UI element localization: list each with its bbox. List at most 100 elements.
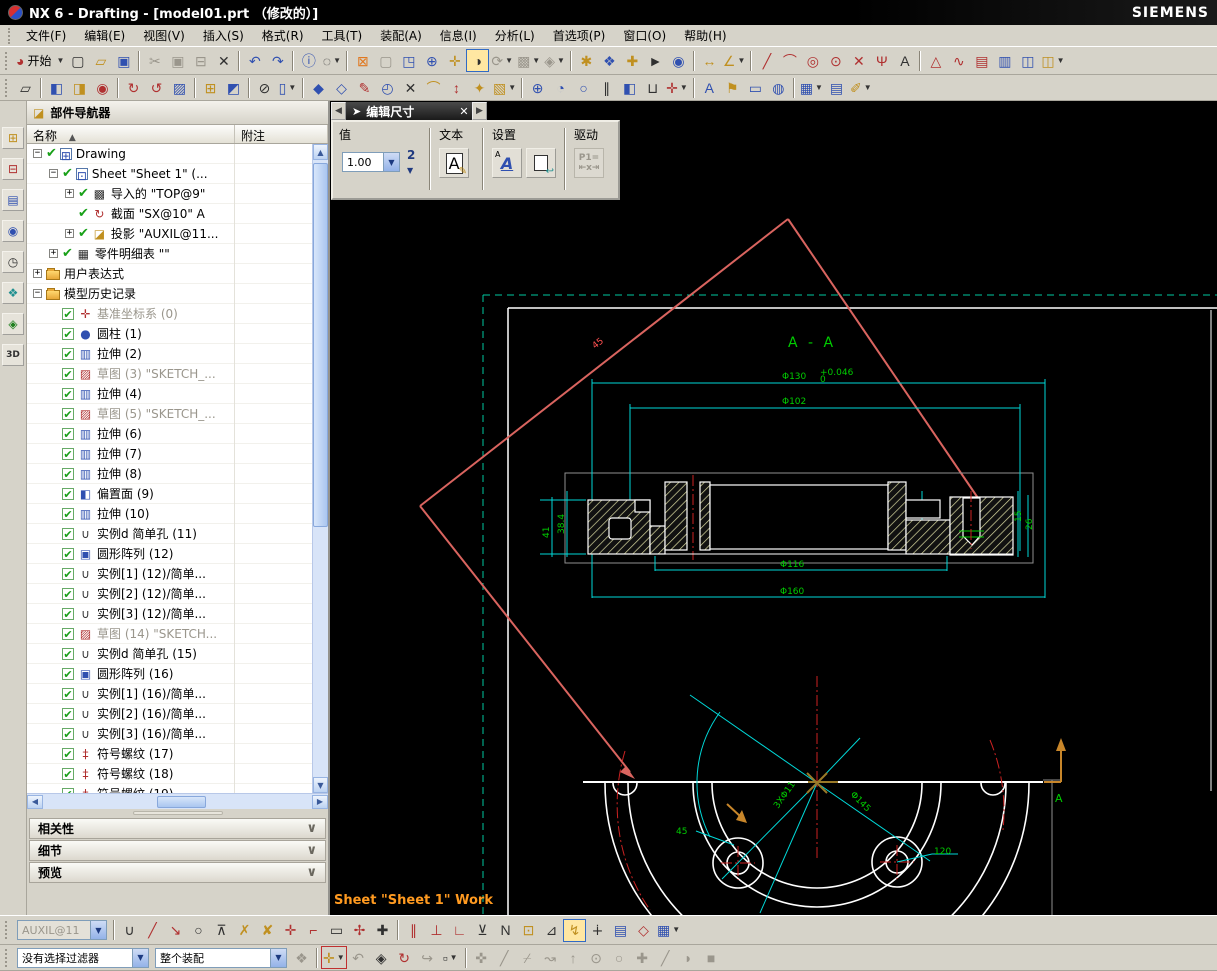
- new-sheet-button[interactable]: ▱: [14, 76, 37, 99]
- tree-item[interactable]: ✔▨草图 (14) "SKETCH...: [27, 624, 312, 644]
- checkbox-checked-icon[interactable]: ✔: [62, 428, 74, 440]
- checkbox-checked-icon[interactable]: ✔: [62, 688, 74, 700]
- checkbox-checked-icon[interactable]: ✔: [62, 528, 74, 540]
- expand-icon[interactable]: +: [65, 189, 74, 198]
- snap-enable-button[interactable]: ↯: [563, 919, 586, 942]
- snap-point-button[interactable]: ✚: [371, 919, 394, 942]
- stamp-button[interactable]: ◆: [307, 76, 330, 99]
- select-sphere-button[interactable]: ◉: [667, 49, 690, 72]
- checkbox-checked-icon[interactable]: ✔: [62, 348, 74, 360]
- collapse-icon[interactable]: −: [33, 149, 42, 158]
- fcf-button[interactable]: ▭: [744, 76, 767, 99]
- checkbox-checked-icon[interactable]: ✔: [62, 748, 74, 760]
- tree-item[interactable]: ✔‡符号螺纹 (19): [27, 784, 312, 793]
- tree-item[interactable]: ✔●圆柱 (1): [27, 324, 312, 344]
- dim-perpendicular-button[interactable]: ⊥: [425, 919, 448, 942]
- point-constructor-button[interactable]: ∔: [586, 919, 609, 942]
- checkbox-checked-icon[interactable]: ✔: [62, 468, 74, 480]
- tree-item[interactable]: +✔▦零件明细表 "": [27, 244, 312, 264]
- green-check-icon[interactable]: ✔: [46, 146, 57, 161]
- snap-midpoint-button[interactable]: ↘: [164, 919, 187, 942]
- checkbox-checked-icon[interactable]: ✔: [62, 788, 74, 794]
- chevron-down-icon[interactable]: ▼: [450, 954, 458, 962]
- checkbox-checked-icon[interactable]: ✔: [62, 588, 74, 600]
- green-check-icon[interactable]: ✔: [78, 206, 89, 221]
- assembly-navigator-tab[interactable]: ⊞: [2, 127, 24, 149]
- panel-0[interactable]: 相关性∨: [29, 818, 326, 839]
- sheet-body-button[interactable]: ▤: [970, 49, 993, 72]
- magnify-button[interactable]: ◴: [376, 76, 399, 99]
- datum-drum-button[interactable]: ◫▼: [1039, 49, 1066, 72]
- checkbox-checked-icon[interactable]: ✔: [62, 488, 74, 500]
- tree-item[interactable]: ✔▥拉伸 (4): [27, 384, 312, 404]
- annotation-button[interactable]: A: [698, 76, 721, 99]
- collapse-icon[interactable]: −: [33, 289, 42, 298]
- offset-center-point-button[interactable]: ⊔: [641, 76, 664, 99]
- half-section-view-button[interactable]: ↺: [145, 76, 168, 99]
- sort-asc-icon[interactable]: ▲: [69, 133, 76, 143]
- tree-item[interactable]: +✔▩导入的 "TOP@9": [27, 184, 312, 204]
- menu-grip[interactable]: [8, 28, 13, 44]
- graphics-window[interactable]: 45 A - A Φ130 +0.046 0 Φ102 Φ116 Φ160 41…: [330, 101, 1217, 915]
- tree-item[interactable]: ✔∪实例[3] (12)/简单...: [27, 604, 312, 624]
- tree-vertical-scrollbar[interactable]: ▲ ▼: [312, 144, 328, 793]
- selection-scope-combo-arrow-icon[interactable]: ▼: [270, 949, 286, 967]
- chevron-down-icon[interactable]: ▼: [288, 84, 296, 92]
- wizard-button[interactable]: ✦: [468, 76, 491, 99]
- checkbox-checked-icon[interactable]: ✔: [62, 648, 74, 660]
- tree-item[interactable]: ✔∪实例[1] (12)/简单...: [27, 564, 312, 584]
- bolt-circle-centerline-button[interactable]: ◔: [549, 76, 572, 99]
- zoom-area-button[interactable]: ◳: [397, 49, 420, 72]
- grid-snap-button[interactable]: ▦▼: [655, 919, 682, 942]
- chevron-down-icon[interactable]: ▼: [672, 926, 680, 934]
- chevron-down-icon[interactable]: ∨: [306, 821, 317, 836]
- text-button[interactable]: A: [893, 49, 916, 72]
- checkbox-checked-icon[interactable]: ✔: [62, 548, 74, 560]
- selection-scope-combo[interactable]: 整个装配▼: [155, 948, 287, 968]
- scroll-down-icon[interactable]: ▼: [313, 777, 328, 793]
- target-point-button[interactable]: ✛▼: [664, 76, 690, 99]
- roles-tab[interactable]: ◈: [2, 313, 24, 335]
- expand-icon[interactable]: +: [49, 249, 58, 258]
- checkbox-checked-icon[interactable]: ✔: [62, 328, 74, 340]
- spline-button[interactable]: Ψ: [870, 49, 893, 72]
- tab-scroll-right-icon[interactable]: ▶: [472, 102, 487, 120]
- info-button[interactable]: ⓘ: [297, 49, 320, 72]
- edit-view-button[interactable]: ▯▼: [276, 76, 299, 99]
- wcs-cube-button[interactable]: ◈: [370, 946, 393, 969]
- selection-filter-combo-arrow-icon[interactable]: ▼: [132, 949, 148, 967]
- projected-half-view[interactable]: 45 120 3XΦ11 Φ145 A: [583, 676, 1066, 915]
- checkbox-checked-icon[interactable]: ✔: [62, 708, 74, 720]
- checkbox-checked-icon[interactable]: ✔: [62, 728, 74, 740]
- tree-item[interactable]: ✔▨草图 (5) "SKETCH_...: [27, 404, 312, 424]
- checkbox-checked-icon[interactable]: ✔: [62, 628, 74, 640]
- select-body-button[interactable]: ✚: [621, 49, 644, 72]
- tree-item[interactable]: ✔∪实例d 简单孔 (15): [27, 644, 312, 664]
- annotation-editor-button[interactable]: ▤: [609, 919, 632, 942]
- nx-start-button[interactable]: ◕开始▼: [14, 49, 66, 72]
- snap-inferred-button[interactable]: ∪: [118, 919, 141, 942]
- chevron-down-icon[interactable]: ▼: [532, 57, 540, 65]
- circle-centerline-button[interactable]: ○: [572, 76, 595, 99]
- view-in-work-combo-arrow-icon[interactable]: ▼: [90, 921, 106, 939]
- scroll-up-icon[interactable]: ▲: [313, 144, 328, 160]
- tree-item[interactable]: ✔◧偏置面 (9): [27, 484, 312, 504]
- expand-icon[interactable]: +: [65, 229, 74, 238]
- break-view-button[interactable]: ▨: [168, 76, 191, 99]
- green-check-icon[interactable]: ✔: [78, 186, 89, 201]
- snap-existing-point-button[interactable]: ✘: [256, 919, 279, 942]
- toolbar-grip[interactable]: [5, 921, 11, 939]
- close-icon[interactable]: ✕: [456, 102, 472, 120]
- save-button[interactable]: ▣: [112, 49, 135, 72]
- column-name[interactable]: 名称 ▲: [27, 125, 235, 143]
- measure-angle-button[interactable]: ∠▼: [721, 49, 747, 72]
- pan-button[interactable]: ✛: [443, 49, 466, 72]
- panel-2[interactable]: 预览∨: [29, 862, 326, 883]
- display-sheet-button[interactable]: ◩: [222, 76, 245, 99]
- arc-button[interactable]: ⌒: [778, 49, 801, 72]
- scroll-left-icon[interactable]: ◀: [27, 795, 43, 809]
- view-box-button[interactable]: ◫: [1016, 49, 1039, 72]
- erase-button[interactable]: ✕: [399, 76, 422, 99]
- precision-combo[interactable]: 2 ▼: [407, 148, 421, 176]
- menu-7[interactable]: 信息(I): [431, 25, 486, 46]
